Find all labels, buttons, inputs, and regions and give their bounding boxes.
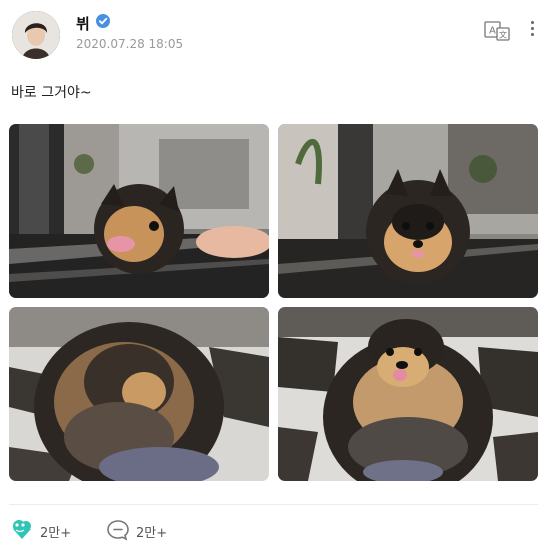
- avatar[interactable]: [12, 11, 60, 59]
- post-header: 뷔 2020.07.28 18:05 A 文: [0, 0, 548, 64]
- post-photo-1[interactable]: [9, 124, 269, 298]
- like-count: 2만+: [40, 526, 72, 541]
- more-options-button[interactable]: [527, 18, 537, 42]
- verified-badge-icon: [96, 14, 110, 28]
- post-date: 2020.07.28 18:05: [76, 37, 184, 51]
- more-vertical-icon: [530, 21, 534, 24]
- post-text: 바로 그거야~: [11, 85, 92, 101]
- comment-count: 2만+: [136, 526, 168, 541]
- like-button[interactable]: 2만+: [9, 517, 89, 543]
- comment-icon: [107, 520, 129, 541]
- like-icon: [13, 520, 31, 539]
- post-photo-4[interactable]: [278, 307, 538, 481]
- post-photo-3[interactable]: [9, 307, 269, 481]
- post-photo-2[interactable]: [278, 124, 538, 298]
- comment-button[interactable]: 2만+: [105, 517, 185, 543]
- svg-text:文: 文: [499, 30, 507, 40]
- translate-button[interactable]: A 文: [483, 20, 511, 42]
- translate-icon: A 文: [484, 21, 510, 41]
- divider: [9, 504, 538, 505]
- author-name[interactable]: 뷔: [76, 13, 90, 34]
- svg-text:A: A: [489, 26, 496, 37]
